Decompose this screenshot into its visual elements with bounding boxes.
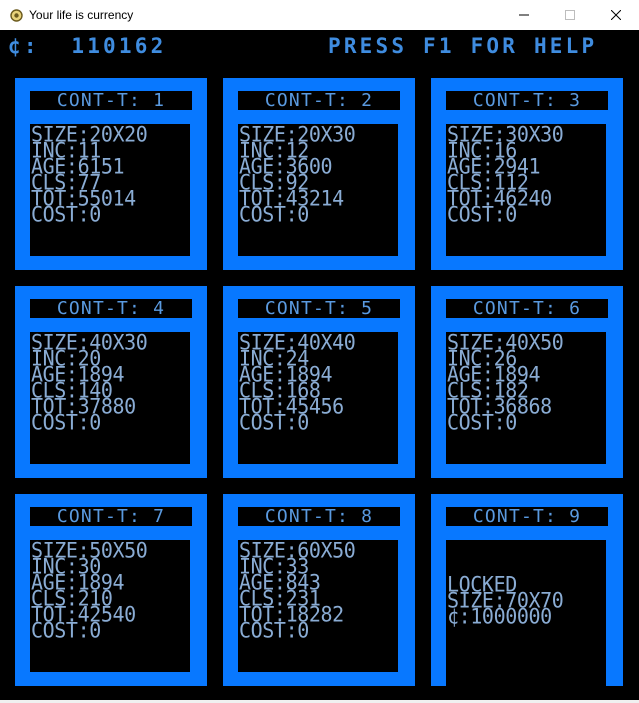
close-button[interactable] bbox=[593, 0, 639, 30]
container-stats: SIZE:20X30 INC:12 AGE:3600 CLS:92 TOT:43… bbox=[238, 124, 398, 256]
maximize-icon bbox=[565, 10, 575, 20]
stat-cost: COST:0 bbox=[447, 201, 517, 227]
container-stats: SIZE:40X50 INC:26 AGE:1894 CLS:182 TOT:3… bbox=[446, 332, 606, 464]
stat-cost: COST:0 bbox=[31, 409, 101, 435]
container-stats: SIZE:50X50 INC:30 AGE:1894 CLS:210 TOT:4… bbox=[30, 540, 190, 672]
container-title: CONT-T: 9 bbox=[446, 507, 608, 526]
container-4[interactable]: CONT-T: 4 SIZE:40X30 INC:20 AGE:1894 CLS… bbox=[15, 286, 207, 478]
container-title: CONT-T: 5 bbox=[238, 299, 400, 318]
container-stats: SIZE:40X40 INC:24 AGE:1894 CLS:168 TOT:4… bbox=[238, 332, 398, 464]
container-9-locked[interactable]: CONT-T: 9 LOCKED SIZE:70X70 ¢:1000000 bbox=[431, 494, 623, 700]
container-stats: SIZE:40X30 INC:20 AGE:1894 CLS:140 TOT:3… bbox=[30, 332, 190, 464]
container-7[interactable]: CONT-T: 7 SIZE:50X50 INC:30 AGE:1894 CLS… bbox=[15, 494, 207, 686]
container-5[interactable]: CONT-T: 5 SIZE:40X40 INC:24 AGE:1894 CLS… bbox=[223, 286, 415, 478]
container-8[interactable]: CONT-T: 8 SIZE:60X50 INC:33 AGE:843 CLS:… bbox=[223, 494, 415, 686]
container-title: CONT-T: 1 bbox=[30, 91, 192, 110]
container-title: CONT-T: 8 bbox=[238, 507, 400, 526]
title-bar: Your life is currency bbox=[0, 0, 639, 30]
container-3[interactable]: CONT-T: 3 SIZE:30X30 INC:16 AGE:2941 CLS… bbox=[431, 78, 623, 270]
container-title: CONT-T: 6 bbox=[446, 299, 608, 318]
container-stats: SIZE:30X30 INC:16 AGE:2941 CLS:112 TOT:4… bbox=[446, 124, 606, 256]
locked-info: LOCKED SIZE:70X70 ¢:1000000 bbox=[446, 540, 606, 700]
close-icon bbox=[611, 10, 621, 20]
stat-cost: COST:0 bbox=[31, 617, 101, 643]
minimize-icon bbox=[519, 14, 529, 16]
window-title: Your life is currency bbox=[29, 8, 134, 22]
container-stats: SIZE:60X50 INC:33 AGE:843 CLS:231 TOT:18… bbox=[238, 540, 398, 672]
app-icon bbox=[9, 8, 23, 22]
unlock-price: ¢:1000000 bbox=[447, 603, 552, 629]
stat-cost: COST:0 bbox=[447, 409, 517, 435]
container-1[interactable]: CONT-T: 1 SIZE:20X20 INC:11 AGE:6151 CLS… bbox=[15, 78, 207, 270]
money-counter: ¢: 110162 bbox=[8, 34, 167, 58]
game-screen[interactable]: ¢: 110162 PRESS F1 FOR HELP CONT-T: 1 SI… bbox=[0, 30, 639, 700]
container-title: CONT-T: 2 bbox=[238, 91, 400, 110]
container-title: CONT-T: 7 bbox=[30, 507, 192, 526]
stat-cost: COST:0 bbox=[239, 201, 309, 227]
stat-cost: COST:0 bbox=[239, 617, 309, 643]
stat-cost: COST:0 bbox=[239, 409, 309, 435]
minimize-button[interactable] bbox=[501, 0, 547, 30]
help-hint: PRESS F1 FOR HELP bbox=[328, 34, 598, 58]
container-stats: SIZE:20X20 INC:11 AGE:6151 CLS:77 TOT:55… bbox=[30, 124, 190, 256]
container-title: CONT-T: 3 bbox=[446, 91, 608, 110]
maximize-button[interactable] bbox=[547, 0, 593, 30]
container-title: CONT-T: 4 bbox=[30, 299, 192, 318]
container-6[interactable]: CONT-T: 6 SIZE:40X50 INC:26 AGE:1894 CLS… bbox=[431, 286, 623, 478]
container-2[interactable]: CONT-T: 2 SIZE:20X30 INC:12 AGE:3600 CLS… bbox=[223, 78, 415, 270]
stat-cost: COST:0 bbox=[31, 201, 101, 227]
